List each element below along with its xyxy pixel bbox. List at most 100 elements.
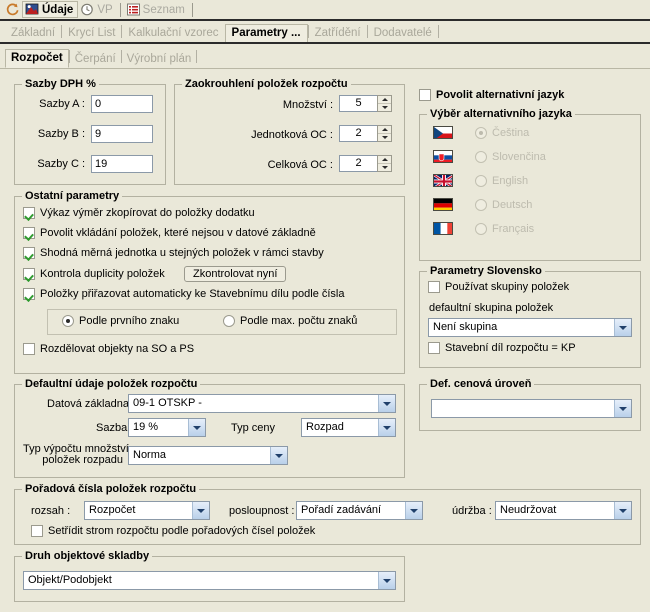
tab-zakladni[interactable]: Základní	[5, 25, 61, 42]
toolbar-separator-2	[191, 2, 193, 17]
check-now-button[interactable]: Zkontrolovat nyní	[184, 266, 287, 282]
stepper-buttons[interactable]	[377, 125, 392, 142]
chevron-down-icon[interactable]	[614, 502, 631, 519]
tab-vyrobni-plan[interactable]: Výrobní plán	[122, 51, 197, 68]
alt-language-group: Výběr alternativního jazyka Čeština Slov…	[419, 108, 641, 261]
duplicate-check-checkbox[interactable]: Kontrola duplicity položek	[23, 268, 165, 280]
chevron-down-icon[interactable]	[614, 319, 631, 336]
flag-gb-icon	[433, 174, 453, 187]
radio-deutsch[interactable]: Deutsch	[475, 198, 532, 211]
auto-assign-checkbox[interactable]: Položky přiřazovat automaticky ke Staveb…	[23, 288, 344, 300]
stepper-down-button[interactable]	[378, 134, 391, 141]
object-structure-combo[interactable]: Objekt/Podobjekt	[23, 571, 396, 590]
stepper-up-button[interactable]	[378, 156, 391, 164]
radio-box	[62, 315, 74, 327]
price-level-group: Def. cenová úroveň	[419, 378, 641, 431]
radio-by-first-char[interactable]: Podle prvního znaku	[62, 315, 179, 327]
tab-kryci-list[interactable]: Krycí List	[62, 25, 121, 42]
tab-rozpocet[interactable]: Rozpočet	[5, 49, 69, 68]
chevron-down-icon[interactable]	[192, 502, 209, 519]
alt-language-option-english[interactable]: English	[433, 174, 528, 187]
rounding-total-price-stepper[interactable]: 2	[339, 155, 392, 172]
checkbox-box	[31, 525, 43, 537]
defaults-caption: Defaultní údaje položek rozpočtu	[22, 378, 201, 390]
kp-equals-checkbox[interactable]: Stavební díl rozpočtu = KP	[428, 342, 576, 354]
alt-language-option-francais[interactable]: Français	[433, 222, 534, 235]
maintenance-combo[interactable]: Neudržovat	[495, 501, 632, 520]
radio-francais[interactable]: Français	[475, 222, 535, 235]
alt-language-label: Slovenčina	[492, 150, 546, 163]
stepper-down-button[interactable]	[378, 104, 391, 111]
allow-insert-items-checkbox[interactable]: Povolit vkládání položek, které nejsou v…	[23, 227, 316, 239]
chevron-down-icon[interactable]	[270, 447, 287, 464]
split-objects-checkbox[interactable]: Rozdělovat objekty na SO a PS	[23, 343, 194, 355]
stepper-buttons[interactable]	[377, 95, 392, 112]
price-type-label: Typ ceny	[231, 422, 276, 434]
stepper-buttons[interactable]	[377, 155, 392, 172]
image-icon	[25, 2, 40, 17]
toolbar-vp-button[interactable]: VP	[78, 1, 116, 18]
rounding-unit-price-value: 2	[339, 125, 377, 142]
radio-english[interactable]: English	[475, 174, 528, 187]
tab-dodavatele[interactable]: Dodavatelé	[368, 25, 438, 42]
enable-alt-language-label: Povolit alternativní jazyk	[436, 89, 565, 101]
price-level-combo[interactable]	[431, 399, 632, 418]
toolbar-refresh-button[interactable]	[3, 1, 22, 18]
use-item-groups-checkbox[interactable]: Používat skupiny položek	[428, 281, 569, 293]
rate-combo[interactable]: 19 %	[128, 418, 206, 437]
radio-by-max-chars[interactable]: Podle max. počtu znaků	[223, 315, 357, 327]
data-base-combo[interactable]: 09-1 OTSKP -	[128, 394, 396, 413]
alt-language-option-deutsch[interactable]: Deutsch	[433, 198, 532, 211]
price-type-combo[interactable]: Rozpad	[301, 418, 396, 437]
alt-language-option-cestina[interactable]: Čeština	[433, 126, 529, 139]
maintenance-label: údržba :	[452, 505, 492, 517]
rounding-total-price-value: 2	[339, 155, 377, 172]
sort-tree-checkbox[interactable]: Setřídit strom rozpočtu podle pořadových…	[31, 525, 315, 537]
checkbox-box	[23, 343, 35, 355]
chevron-down-icon[interactable]	[405, 502, 422, 519]
rounding-unit-price-stepper[interactable]: 2	[339, 125, 392, 142]
default-group-value: Není skupina	[433, 321, 498, 333]
tab-parametry[interactable]: Parametry ...	[224, 24, 308, 42]
enable-alt-language-checkbox[interactable]: Povolit alternativní jazyk	[419, 89, 564, 101]
radio-cestina[interactable]: Čeština	[475, 126, 529, 139]
tab-zatrideni[interactable]: Zatřídění	[309, 25, 367, 42]
split-objects-label: Rozdělovat objekty na SO a PS	[40, 343, 195, 355]
vat-rate-c-input[interactable]	[91, 155, 153, 173]
calc-type-combo[interactable]: Norma	[128, 446, 288, 465]
chevron-down-icon[interactable]	[188, 419, 205, 436]
chevron-down-icon[interactable]	[378, 572, 395, 589]
tab-kalkulacni-vzorec[interactable]: Kalkulační vzorec	[122, 25, 224, 42]
tab-divider	[437, 24, 439, 38]
sequence-value: Pořadí zadávání	[301, 504, 382, 516]
stepper-up-button[interactable]	[378, 96, 391, 104]
radio-slovencina[interactable]: Slovenčina	[475, 150, 546, 163]
sequence-combo[interactable]: Pořadí zadávání	[296, 501, 423, 520]
chevron-down-icon[interactable]	[378, 419, 395, 436]
stepper-up-button[interactable]	[378, 126, 391, 134]
panel-top-divider	[0, 68, 650, 69]
scope-combo[interactable]: Rozpočet	[84, 501, 210, 520]
rounding-total-price-label: Celková OC :	[267, 159, 333, 171]
toolbar-udaje-button[interactable]: Údaje	[22, 1, 79, 18]
alt-language-label: Français	[492, 222, 535, 235]
vat-rate-b-input[interactable]	[91, 125, 153, 143]
default-group-combo[interactable]: Není skupina	[428, 318, 632, 337]
chevron-down-icon[interactable]	[378, 395, 395, 412]
stepper-down-button[interactable]	[378, 164, 391, 171]
chevron-down-icon[interactable]	[614, 400, 631, 417]
rounding-quantity-value: 5	[339, 95, 377, 112]
alt-language-option-slovencina[interactable]: Slovenčina	[433, 150, 546, 163]
copy-measurement-checkbox[interactable]: Výkaz výměr zkopírovat do položky dodatk…	[23, 207, 255, 219]
radio-box	[475, 174, 487, 187]
toolbar-seznam-button[interactable]: Seznam	[124, 1, 189, 18]
tab-cerpani[interactable]: Čerpání	[70, 51, 121, 68]
rate-label: Sazba	[96, 422, 128, 434]
rounding-quantity-stepper[interactable]: 5	[339, 95, 392, 112]
other-param-label: Položky přiřazovat automaticky ke Staveb…	[40, 288, 345, 300]
flag-fr-icon	[433, 222, 453, 235]
same-unit-checkbox[interactable]: Shodná měrná jednotka u stejných položek…	[23, 247, 324, 259]
main-toolbar: Údaje VP Seznam	[0, 0, 650, 21]
secondary-tab-bar: Rozpočet Čerpání Výrobní plán	[0, 48, 650, 68]
vat-rate-a-input[interactable]	[91, 95, 153, 113]
